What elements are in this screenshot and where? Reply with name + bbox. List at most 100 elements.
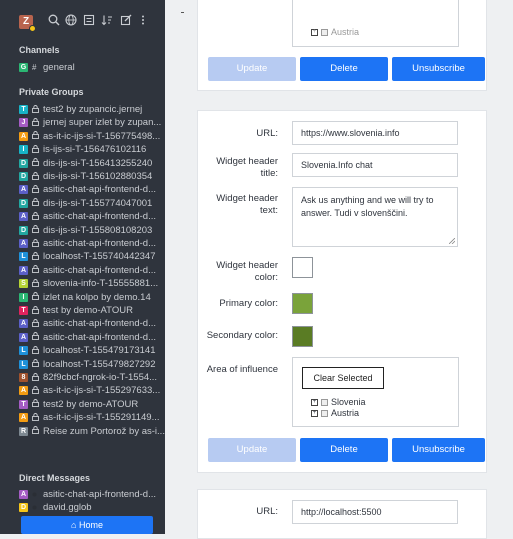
group-item[interactable]: Ddis-ijs-si-T-155808108203 [19,225,165,237]
text-label: Widget header text: [216,193,278,216]
lock-icon [32,158,40,168]
header-color-swatch[interactable] [292,257,313,278]
group-item[interactable]: Aas-it-ic-ijs-si-T-156775498... [19,131,165,143]
dm-item[interactable]: Ddavid.gglob [19,502,165,514]
room-avatar: D [19,198,28,208]
room-name: asitic-chat-api-frontend-d... [43,264,156,276]
sidebar-toolbar: Z [0,0,165,40]
group-item[interactable]: Llocalhost-T-155479827292 [19,359,165,371]
room-name: dis-ijs-si-T-156102880354 [43,171,153,182]
group-item[interactable]: Aas-it-ic-ijs-si-T-155297633... [19,385,165,397]
text-textarea[interactable]: Ask us anything and we will try to answe… [292,187,458,247]
room-name: as-it-ic-ijs-si-T-156775498... [43,130,161,142]
directory-icon[interactable] [64,14,78,28]
unsubscribe-button[interactable]: Unsubscribe [392,57,485,81]
group-item[interactable]: Aasitic-chat-api-frontend-d... [19,184,165,196]
group-item[interactable]: R Reise zum Portorož by as-i... [19,426,165,438]
create-new-icon[interactable] [119,14,133,28]
room-avatar: A [19,332,28,342]
room-avatar: I [19,145,28,155]
room-avatar: A [19,212,28,222]
lock-icon [32,319,40,329]
channel-item[interactable]: G # general [19,62,165,74]
primary-color-swatch[interactable] [292,293,313,314]
area-option-slovenia[interactable]: + Slovenia [311,397,366,407]
group-item[interactable]: Iizlet na kolpo by demo.14 [19,292,165,304]
unsubscribe-button[interactable]: Unsubscribe [392,438,485,462]
group-item[interactable]: 8 82f9cbcf-ngrok-io-T-1554... [19,372,165,384]
room-name: localhost-T-155479827292 [43,358,156,370]
group-item[interactable]: Aasitic-chat-api-frontend-d... [19,211,165,223]
room-name: localhost-T-155479173141 [43,345,156,357]
group-item[interactable]: Aasitic-chat-api-frontend-d... [19,265,165,277]
delete-button[interactable]: Delete [300,57,388,81]
primary-color-label: Primary color: [219,298,278,309]
kebab-menu-icon[interactable] [136,14,150,28]
sort-icon[interactable] [100,14,114,28]
room-avatar: A [19,490,28,499]
lock-icon [32,131,40,141]
expand-toggle-icon[interactable]: + [311,399,318,407]
lock-icon [32,265,40,275]
room-avatar: A [19,185,28,195]
expand-toggle-icon: + [311,29,318,37]
update-button[interactable]: Update [208,57,296,81]
lock-icon [32,252,40,262]
update-button[interactable]: Update [208,438,296,462]
group-item[interactable]: Sslovenia-info-T-15555881... [19,278,165,290]
checkbox[interactable] [321,399,328,407]
card2-actions: Update Delete Unsubscribe [208,438,486,462]
view-mode-icon[interactable] [82,14,96,28]
room-avatar: L [19,252,28,262]
group-item[interactable]: Llocalhost-T-155479173141 [19,345,165,357]
hash-icon: # [32,63,37,72]
delete-button[interactable]: Delete [300,438,388,462]
room-avatar: G [19,63,28,72]
checkbox[interactable] [321,29,328,37]
group-item[interactable]: Aasitic-chat-api-frontend-d... [19,238,165,250]
room-avatar: A [19,319,28,329]
group-item[interactable]: Llocalhost-T-155740442347 [19,251,165,263]
title-input[interactable]: Slovenia.Info chat [292,153,458,177]
lock-icon [32,386,40,396]
main-content: + Austria Update Delete Unsubscribe URL: … [165,0,513,539]
expand-toggle-icon[interactable]: + [311,410,318,418]
group-item[interactable]: Ttest2 by zupancic.jernej [19,104,165,116]
room-avatar: L [19,359,28,369]
group-item[interactable]: Ddis-ijs-si-T-156413255240 [19,158,165,170]
room-name: dis-ijs-si-T-156413255240 [43,157,153,169]
group-item[interactable]: Aas-it-ic-ijs-si-T-155291149... [19,412,165,424]
group-item[interactable]: Iis-ijs-si-T-156476102116 [19,144,165,156]
group-item[interactable]: Ttest2 by demo-ATOUR [19,399,165,411]
group-item[interactable]: Ttest by demo-ATOUR [19,305,165,317]
room-avatar: A [19,413,28,423]
lock-icon [32,198,40,208]
room-name: david.gglob [43,502,92,514]
home-label: Home [78,520,103,530]
clear-selected-button[interactable]: Clear Selected [302,367,384,389]
room-name: dis-ijs-si-T-155774047001 [43,197,153,209]
group-item[interactable]: Jjernej super izlet by zupan... [19,117,165,129]
home-button[interactable]: ⌂ Home [21,516,153,534]
group-item[interactable]: Aasitic-chat-api-frontend-d... [19,318,165,330]
header-marker [181,12,184,13]
area-option-partial[interactable]: + Austria [311,27,359,37]
room-name: Reise zum Portorož by as-i... [43,425,165,437]
dm-item[interactable]: Aasitic-chat-api-frontend-d... [19,489,165,501]
area-tree-box: Clear Selected + Slovenia + Austria [292,357,459,427]
lock-icon [32,171,40,182]
lock-icon [32,359,40,369]
secondary-color-swatch[interactable] [292,326,313,347]
group-item[interactable]: Aasitic-chat-api-frontend-d... [19,332,165,344]
group-item[interactable]: Ddis-ijs-si-T-155774047001 [19,198,165,210]
area-option-austria[interactable]: + Austria [311,408,359,418]
lock-icon [32,372,40,383]
room-name: asitic-chat-api-frontend-d... [43,331,156,343]
resize-handle-icon[interactable] [449,238,455,244]
url-input[interactable]: http://localhost:5500 [292,500,458,524]
group-item[interactable]: Ddis-ijs-si-T-156102880354 [19,171,165,183]
url-input[interactable]: https://www.slovenia.info [292,121,458,145]
checkbox[interactable] [321,410,328,418]
lock-icon [32,426,40,436]
search-icon[interactable] [47,14,61,28]
